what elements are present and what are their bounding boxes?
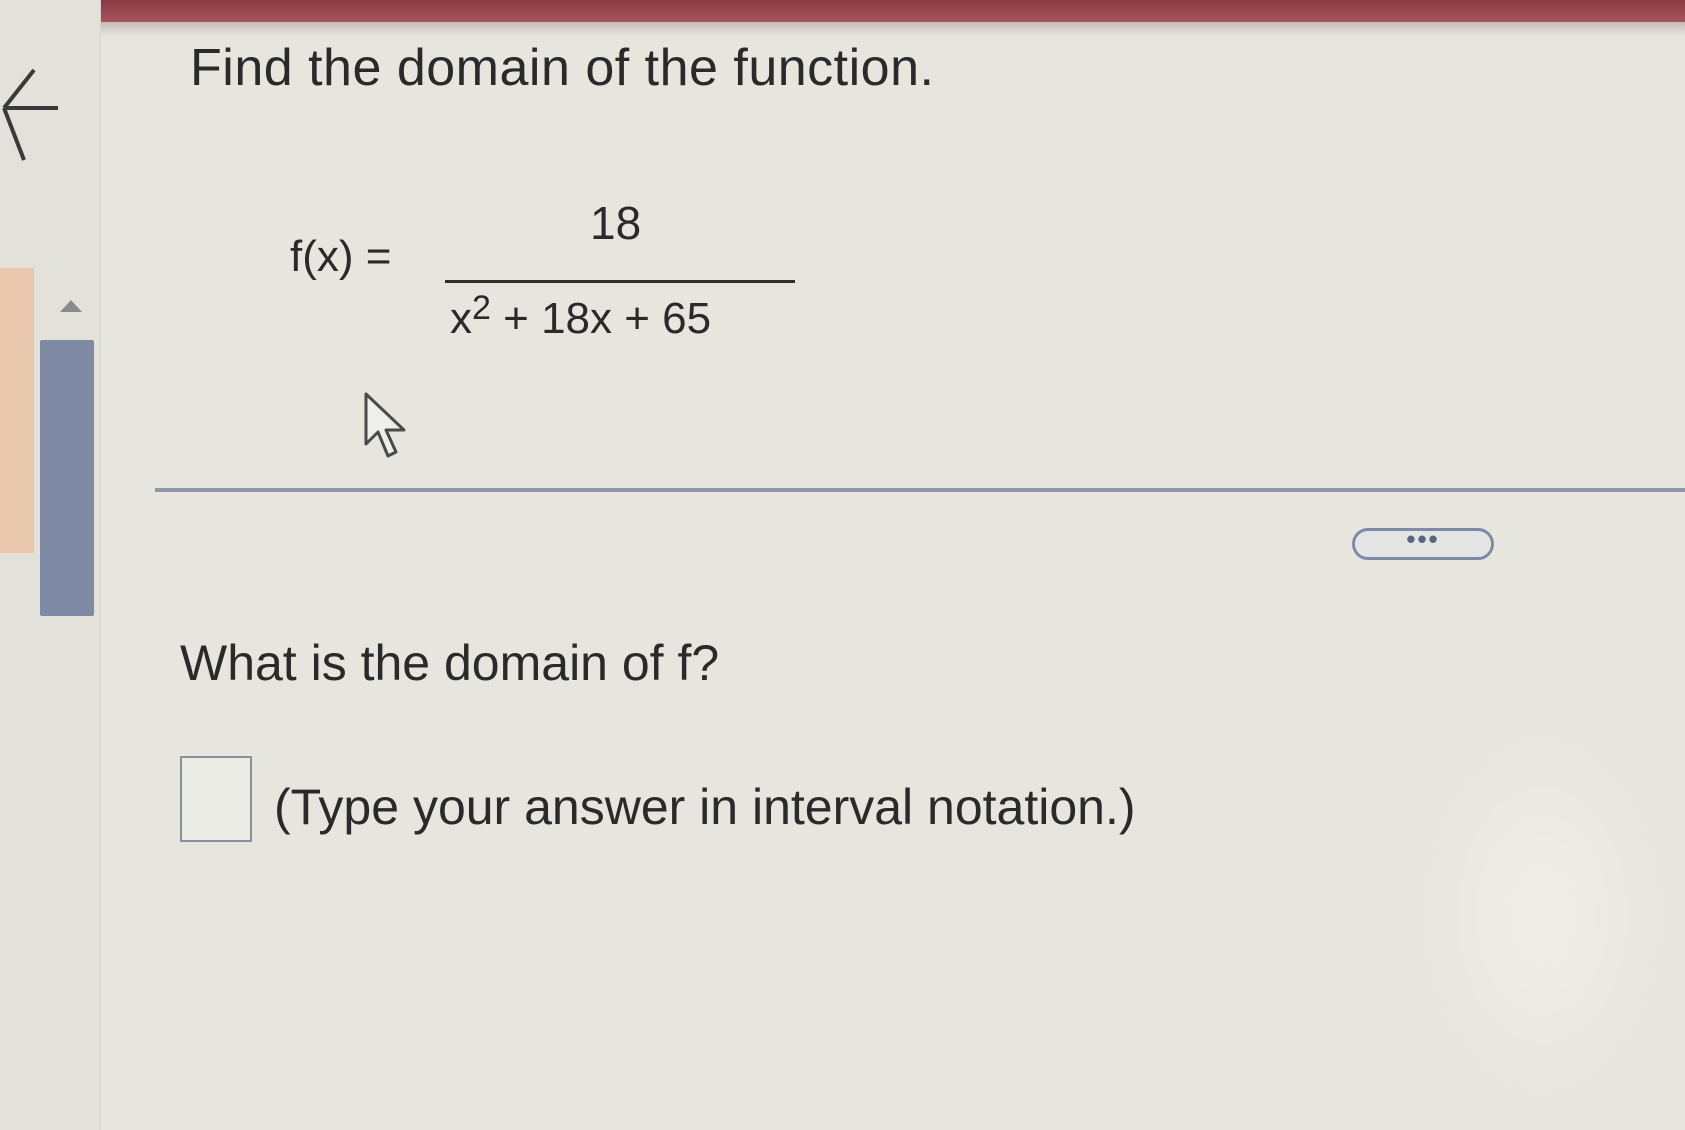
- fraction-numerator: 18: [590, 197, 642, 249]
- denominator-rest: + 18x + 65: [490, 294, 712, 343]
- left-sidebar: [0, 0, 101, 1130]
- question-prompt: What is the domain of f?: [180, 635, 720, 691]
- mouse-cursor-icon: [364, 392, 406, 458]
- answer-row: (Type your answer in interval notation.): [180, 756, 1280, 846]
- scrollbar-thumb[interactable]: [40, 340, 94, 616]
- denominator-exponent: 2: [472, 289, 491, 327]
- back-arrow-icon[interactable]: [0, 60, 70, 170]
- top-header-band: [0, 0, 1685, 22]
- header-shadow: [0, 22, 1685, 36]
- function-formula: f(x) = 18 x2 + 18x + 65: [290, 196, 810, 376]
- denominator-base: x: [450, 294, 472, 343]
- screen-glare: [1400, 700, 1685, 1130]
- answer-hint: (Type your answer in interval notation.): [274, 779, 1136, 835]
- fraction-bar: [445, 280, 795, 283]
- caret-up-icon[interactable]: [58, 296, 84, 316]
- section-highlight: [0, 268, 34, 553]
- more-options-button[interactable]: •••: [1352, 526, 1494, 560]
- section-divider: [155, 488, 1685, 492]
- function-lhs: f(x) =: [290, 232, 392, 281]
- problem-title: Find the domain of the function.: [190, 39, 935, 97]
- answer-input[interactable]: [180, 756, 252, 842]
- fraction-denominator: x2 + 18x + 65: [450, 289, 712, 344]
